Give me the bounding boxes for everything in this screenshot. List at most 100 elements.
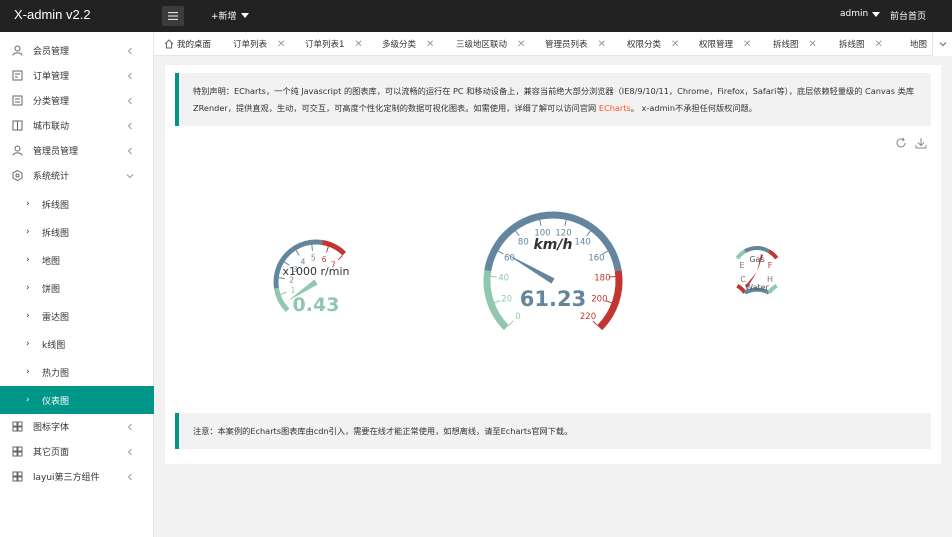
sidebar-sub-item-pie[interactable]: › 饼图 <box>0 274 154 302</box>
gauge-chart: 020406080100 120140160180200220km/h61.231… <box>273 211 779 331</box>
sidebar-item-stats[interactable]: 系统统计 <box>0 163 154 188</box>
tab-label: 多级分类 <box>382 40 417 50</box>
chevron-left-icon <box>127 448 132 455</box>
chevron-left-icon <box>127 423 132 430</box>
tab-admin-list[interactable]: 管理员列表 ✕ <box>545 32 606 56</box>
chevron-right-icon: › <box>26 395 30 405</box>
tab-my-desktop[interactable]: 我的桌面 <box>164 32 211 56</box>
app-logo[interactable]: X-admin v2.2 <box>14 7 91 22</box>
tab-line-chart[interactable]: 拆线图 ✕ <box>773 32 817 56</box>
fuel-water-label: Gas <box>749 255 764 264</box>
tab-multi-category[interactable]: 多级分类 ✕ <box>382 32 434 56</box>
tab-orders[interactable]: 订单列表 ✕ <box>233 32 285 56</box>
sidebar-sub-item-label: 拆线图 <box>42 200 70 211</box>
sidebar-sub-item-label: 热力图 <box>42 368 70 379</box>
user-menu[interactable]: admin <box>840 9 881 19</box>
speed-gauge-tick <box>586 230 591 237</box>
close-icon[interactable]: ✕ <box>809 39 817 50</box>
footer-notice: 注意：本案例的Echarts图表库由cdn引入，需要在线才能正常使用，如想离线，… <box>175 413 931 449</box>
rpm-gauge-arc-low <box>274 287 290 313</box>
fuel-arc-low <box>735 249 747 260</box>
tab-label: 权限管理 <box>699 40 734 50</box>
rpm-unit-label: x1000 r/min <box>283 265 350 278</box>
speed-gauge-tick <box>497 250 504 255</box>
sidebar-item-other-pages[interactable]: 其它页面 <box>0 439 154 464</box>
sidebar-item-label: 城市联动 <box>33 122 70 132</box>
speed-gauge-tick-label: 80 <box>518 237 529 247</box>
speed-gauge-tick <box>508 320 514 326</box>
rpm-gauge-tick <box>337 255 343 261</box>
component-icon <box>12 471 23 482</box>
sidebar-sub-item-gauge[interactable]: › 仪表图 <box>0 386 154 414</box>
sidebar-item-orders[interactable]: 订单管理 <box>0 63 154 88</box>
speed-value-label: 61.23 <box>520 287 586 311</box>
close-icon[interactable]: ✕ <box>671 39 679 50</box>
content-card: 特别声明：ECharts，一个纯 Javascript 的图表库，可以流畅的运行… <box>165 65 941 464</box>
category-icon <box>12 95 23 106</box>
sidebar-item-admins[interactable]: 管理员管理 <box>0 138 154 163</box>
tab-map[interactable]: 地图 <box>910 32 927 56</box>
close-icon[interactable]: ✕ <box>277 39 285 50</box>
user-icon <box>12 45 23 56</box>
rpm-gauge-tick <box>325 246 329 253</box>
sidebar-sub-item-radar[interactable]: › 雷达图 <box>0 302 154 330</box>
sidebar-sub-item-line-chart[interactable]: › 拆线图 <box>0 190 154 218</box>
order-icon <box>12 70 23 81</box>
chevron-left-icon <box>127 47 132 54</box>
sidebar-sub-item-heatmap[interactable]: › 热力图 <box>0 358 154 386</box>
speed-gauge-tick-label: 20 <box>501 294 512 304</box>
sidebar-sub-item-label: 仪表图 <box>42 396 70 407</box>
speed-gauge-tick-label: 200 <box>591 294 607 304</box>
rpm-gauge-tick <box>311 244 313 251</box>
rpm-value-label: 0.43 <box>293 294 340 316</box>
close-icon[interactable]: ✕ <box>354 39 362 50</box>
fuel-water-label: F <box>768 261 773 270</box>
close-icon[interactable]: ✕ <box>426 39 434 50</box>
sidebar-item-icon-font[interactable]: 图标字体 <box>0 414 154 439</box>
tab-label: 权限分类 <box>627 40 662 50</box>
sidebar-item-members[interactable]: 会员管理 <box>0 38 154 63</box>
tab-orders-1[interactable]: 订单列表1 ✕ <box>305 32 363 56</box>
sidebar-sub-item-line-chart-2[interactable]: › 拆线图 <box>0 218 154 246</box>
home-icon <box>164 39 174 49</box>
tab-label: 管理员列表 <box>545 40 588 50</box>
sidebar-item-city[interactable]: 城市联动 <box>0 113 154 138</box>
chevron-right-icon: › <box>26 367 30 377</box>
chevron-left-icon <box>127 72 132 79</box>
sidebar-item-label: 分类管理 <box>33 97 70 107</box>
tab-label: 地图 <box>910 40 928 50</box>
close-icon[interactable]: ✕ <box>875 39 883 50</box>
tab-permission-management[interactable]: 权限管理 ✕ <box>699 32 751 56</box>
tab-bar: 我的桌面 订单列表 ✕ 订单列表1 ✕ 多级分类 ✕ 三级地区联动 ✕ 管理员列… <box>154 32 952 56</box>
close-icon[interactable]: ✕ <box>517 39 525 50</box>
speed-gauge-tick <box>539 219 542 226</box>
sidebar: 会员管理 订单管理 分类管理 城市联动 管理员管理 系统统计 › 拆线图 › 拆… <box>0 32 154 537</box>
stats-icon <box>12 170 23 181</box>
fuel-water-label: E <box>739 261 744 270</box>
sidebar-item-components[interactable]: layui第三方组件 <box>0 464 154 489</box>
fuel-arc-high <box>767 249 779 260</box>
add-new-menu[interactable]: +新增 <box>211 9 249 22</box>
tabs-more-button[interactable] <box>932 32 952 56</box>
chevron-down-icon <box>240 13 249 18</box>
close-icon[interactable]: ✕ <box>598 39 606 50</box>
frontpage-link[interactable]: 前台首页 <box>890 9 926 22</box>
sidebar-sub-item-kline[interactable]: › k线图 <box>0 330 154 358</box>
sidebar-item-categories[interactable]: 分类管理 <box>0 88 154 113</box>
tab-line-chart-2[interactable]: 拆线图 ✕ <box>839 32 883 56</box>
tab-region-linkage[interactable]: 三级地区联动 ✕ <box>456 32 525 56</box>
tab-label: 拆线图 <box>839 40 865 50</box>
city-icon <box>12 120 23 131</box>
menu-toggle-button[interactable] <box>162 6 184 26</box>
close-icon[interactable]: ✕ <box>743 39 751 50</box>
sidebar-item-label: 系统统计 <box>33 172 70 182</box>
speed-gauge-tick <box>564 219 567 226</box>
username-label: admin <box>840 9 869 19</box>
tab-permission-category[interactable]: 权限分类 ✕ <box>627 32 679 56</box>
speed-gauge-tick-label: 220 <box>580 312 596 322</box>
tab-label: 订单列表1 <box>305 40 345 50</box>
fuel-water-label: H <box>767 275 773 284</box>
sidebar-sub-item-map[interactable]: › 地图 <box>0 246 154 274</box>
fuel-arc-mid <box>744 246 770 254</box>
speed-gauge-tick-label: 160 <box>588 253 604 263</box>
